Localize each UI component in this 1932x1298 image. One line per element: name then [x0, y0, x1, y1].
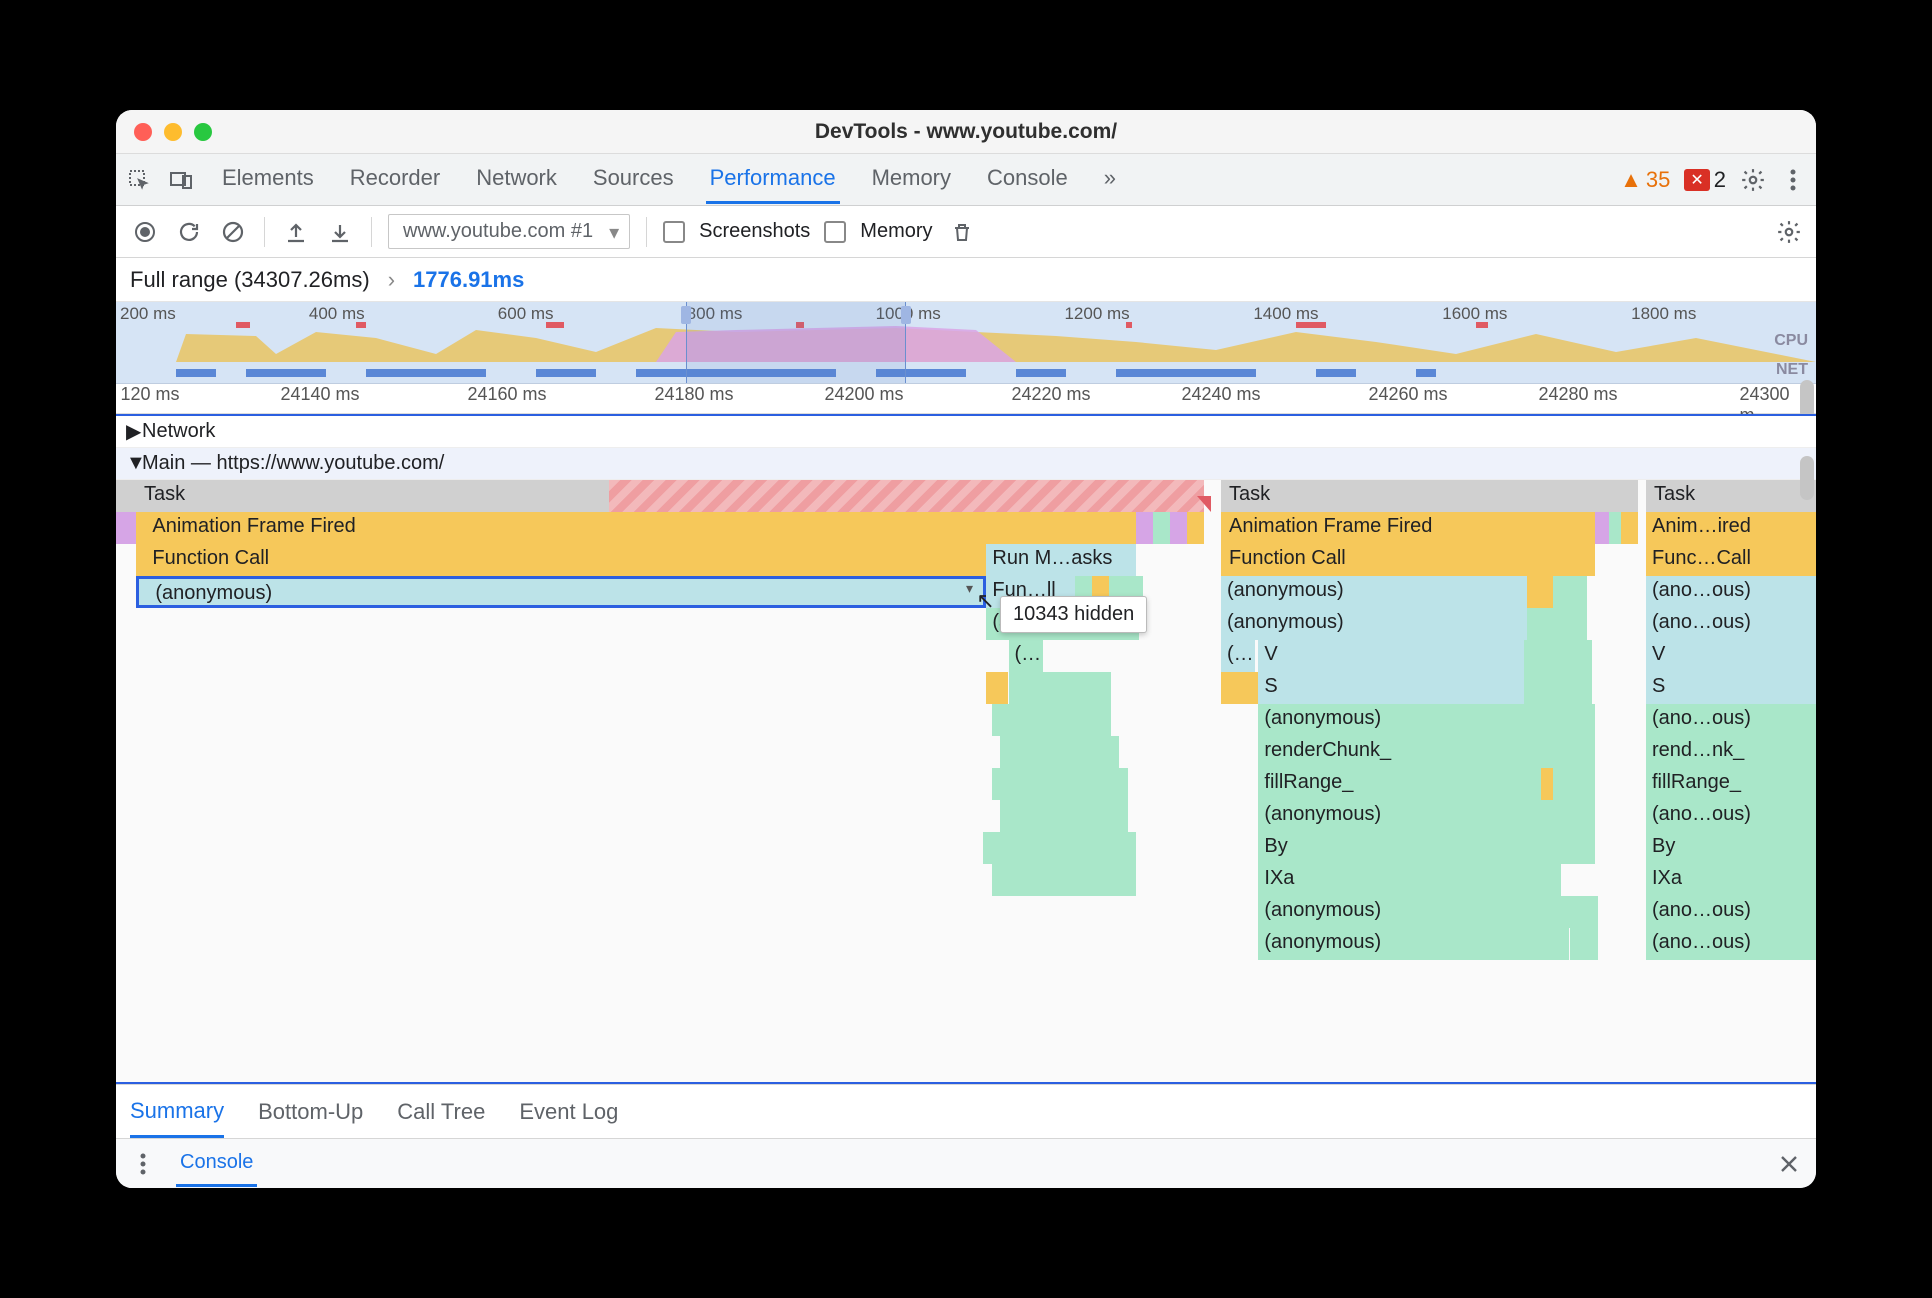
overview-marker	[236, 322, 250, 328]
drawer-close-icon[interactable]	[1776, 1151, 1802, 1177]
console-drawer: Console	[116, 1138, 1816, 1188]
hidden-tooltip: 10343 hidden	[1000, 596, 1147, 633]
memory-checkbox[interactable]	[824, 221, 846, 243]
btab-bottomup[interactable]: Bottom-Up	[258, 1099, 363, 1125]
overview-ticks: 200 ms400 ms600 ms800 ms1000 ms1200 ms14…	[116, 304, 1816, 324]
settings-gear-icon[interactable]	[1776, 219, 1802, 245]
breadcrumb-current[interactable]: 1776.91ms	[413, 267, 524, 293]
bottom-tabbar: Summary Bottom-Up Call Tree Event Log	[116, 1084, 1816, 1138]
download-icon[interactable]	[325, 217, 355, 247]
flame-anon-selected[interactable]: (anonymous)	[136, 576, 986, 608]
breadcrumb-full[interactable]: Full range (34307.26ms)	[130, 267, 370, 293]
tab-more[interactable]: »	[1100, 155, 1120, 204]
drawer-console-tab[interactable]: Console	[176, 1141, 257, 1187]
overview-minimap[interactable]: 200 ms400 ms600 ms800 ms1000 ms1200 ms14…	[116, 302, 1816, 384]
tab-memory[interactable]: Memory	[868, 155, 955, 204]
gear-icon[interactable]	[1740, 167, 1766, 193]
network-track-header[interactable]: ▶Network	[116, 416, 1816, 448]
garbage-icon[interactable]	[947, 217, 977, 247]
main-track-header[interactable]: ▼Main — https://www.youtube.com/	[116, 448, 1816, 480]
cpu-label: CPU	[1774, 332, 1808, 350]
selection-handle-left[interactable]	[681, 306, 691, 324]
warnings-badge[interactable]: ▲ 35	[1620, 167, 1670, 193]
tab-elements[interactable]: Elements	[218, 155, 318, 204]
memory-label: Memory	[860, 220, 932, 243]
tab-console[interactable]: Console	[983, 155, 1072, 204]
net-label: NET	[1776, 361, 1808, 379]
flame-chart[interactable]: ▶Network ▼Main — https://www.youtube.com…	[116, 414, 1816, 1084]
session-select[interactable]: www.youtube.com #1	[388, 214, 630, 249]
btab-summary[interactable]: Summary	[130, 1098, 224, 1138]
net-strip	[116, 369, 1816, 377]
tab-performance[interactable]: Performance	[706, 155, 840, 204]
inspect-icon[interactable]	[126, 167, 152, 193]
flame-long-task[interactable]	[609, 480, 1204, 512]
tab-network[interactable]: Network	[472, 155, 561, 204]
record-icon[interactable]	[130, 217, 160, 247]
track-scroll-handle[interactable]	[1800, 456, 1814, 500]
long-task-indicator	[1197, 496, 1211, 512]
errors-badge[interactable]: ✕	[1684, 169, 1709, 191]
selection-handle-right[interactable]	[901, 306, 911, 324]
kebab-icon[interactable]	[1780, 167, 1806, 193]
mouse-cursor: ↖	[976, 588, 994, 614]
cpu-wave	[116, 324, 1816, 362]
devtools-window: DevTools - www.youtube.com/ Elements Rec…	[116, 110, 1816, 1188]
main-tabbar: Elements Recorder Network Sources Perfor…	[116, 154, 1816, 206]
drawer-kebab-icon[interactable]	[130, 1151, 156, 1177]
overview-selection[interactable]	[686, 302, 906, 383]
tab-recorder[interactable]: Recorder	[346, 155, 444, 204]
titlebar: DevTools - www.youtube.com/	[116, 110, 1816, 154]
flame-afr[interactable]: Animation Frame Fired	[136, 512, 1136, 544]
upload-icon[interactable]	[281, 217, 311, 247]
btab-calltree[interactable]: Call Tree	[397, 1099, 485, 1125]
btab-eventlog[interactable]: Event Log	[519, 1099, 618, 1125]
window-title: DevTools - www.youtube.com/	[116, 120, 1816, 144]
device-icon[interactable]	[168, 167, 194, 193]
warnings-count: 35	[1646, 167, 1670, 193]
breadcrumb-sep: ›	[388, 267, 395, 293]
breadcrumb: Full range (34307.26ms) › 1776.91ms	[116, 258, 1816, 302]
errors-count: 2	[1714, 167, 1726, 193]
perf-toolbar: www.youtube.com #1 Screenshots Memory	[116, 206, 1816, 258]
detail-ruler[interactable]: 120 ms 24140 ms 24160 ms 24180 ms 24200 …	[116, 384, 1816, 414]
clear-icon[interactable]	[218, 217, 248, 247]
reload-icon[interactable]	[174, 217, 204, 247]
screenshots-label: Screenshots	[699, 220, 810, 243]
flame-fncall[interactable]: Function Call	[136, 544, 986, 576]
screenshots-checkbox[interactable]	[663, 221, 685, 243]
tab-sources[interactable]: Sources	[589, 155, 678, 204]
